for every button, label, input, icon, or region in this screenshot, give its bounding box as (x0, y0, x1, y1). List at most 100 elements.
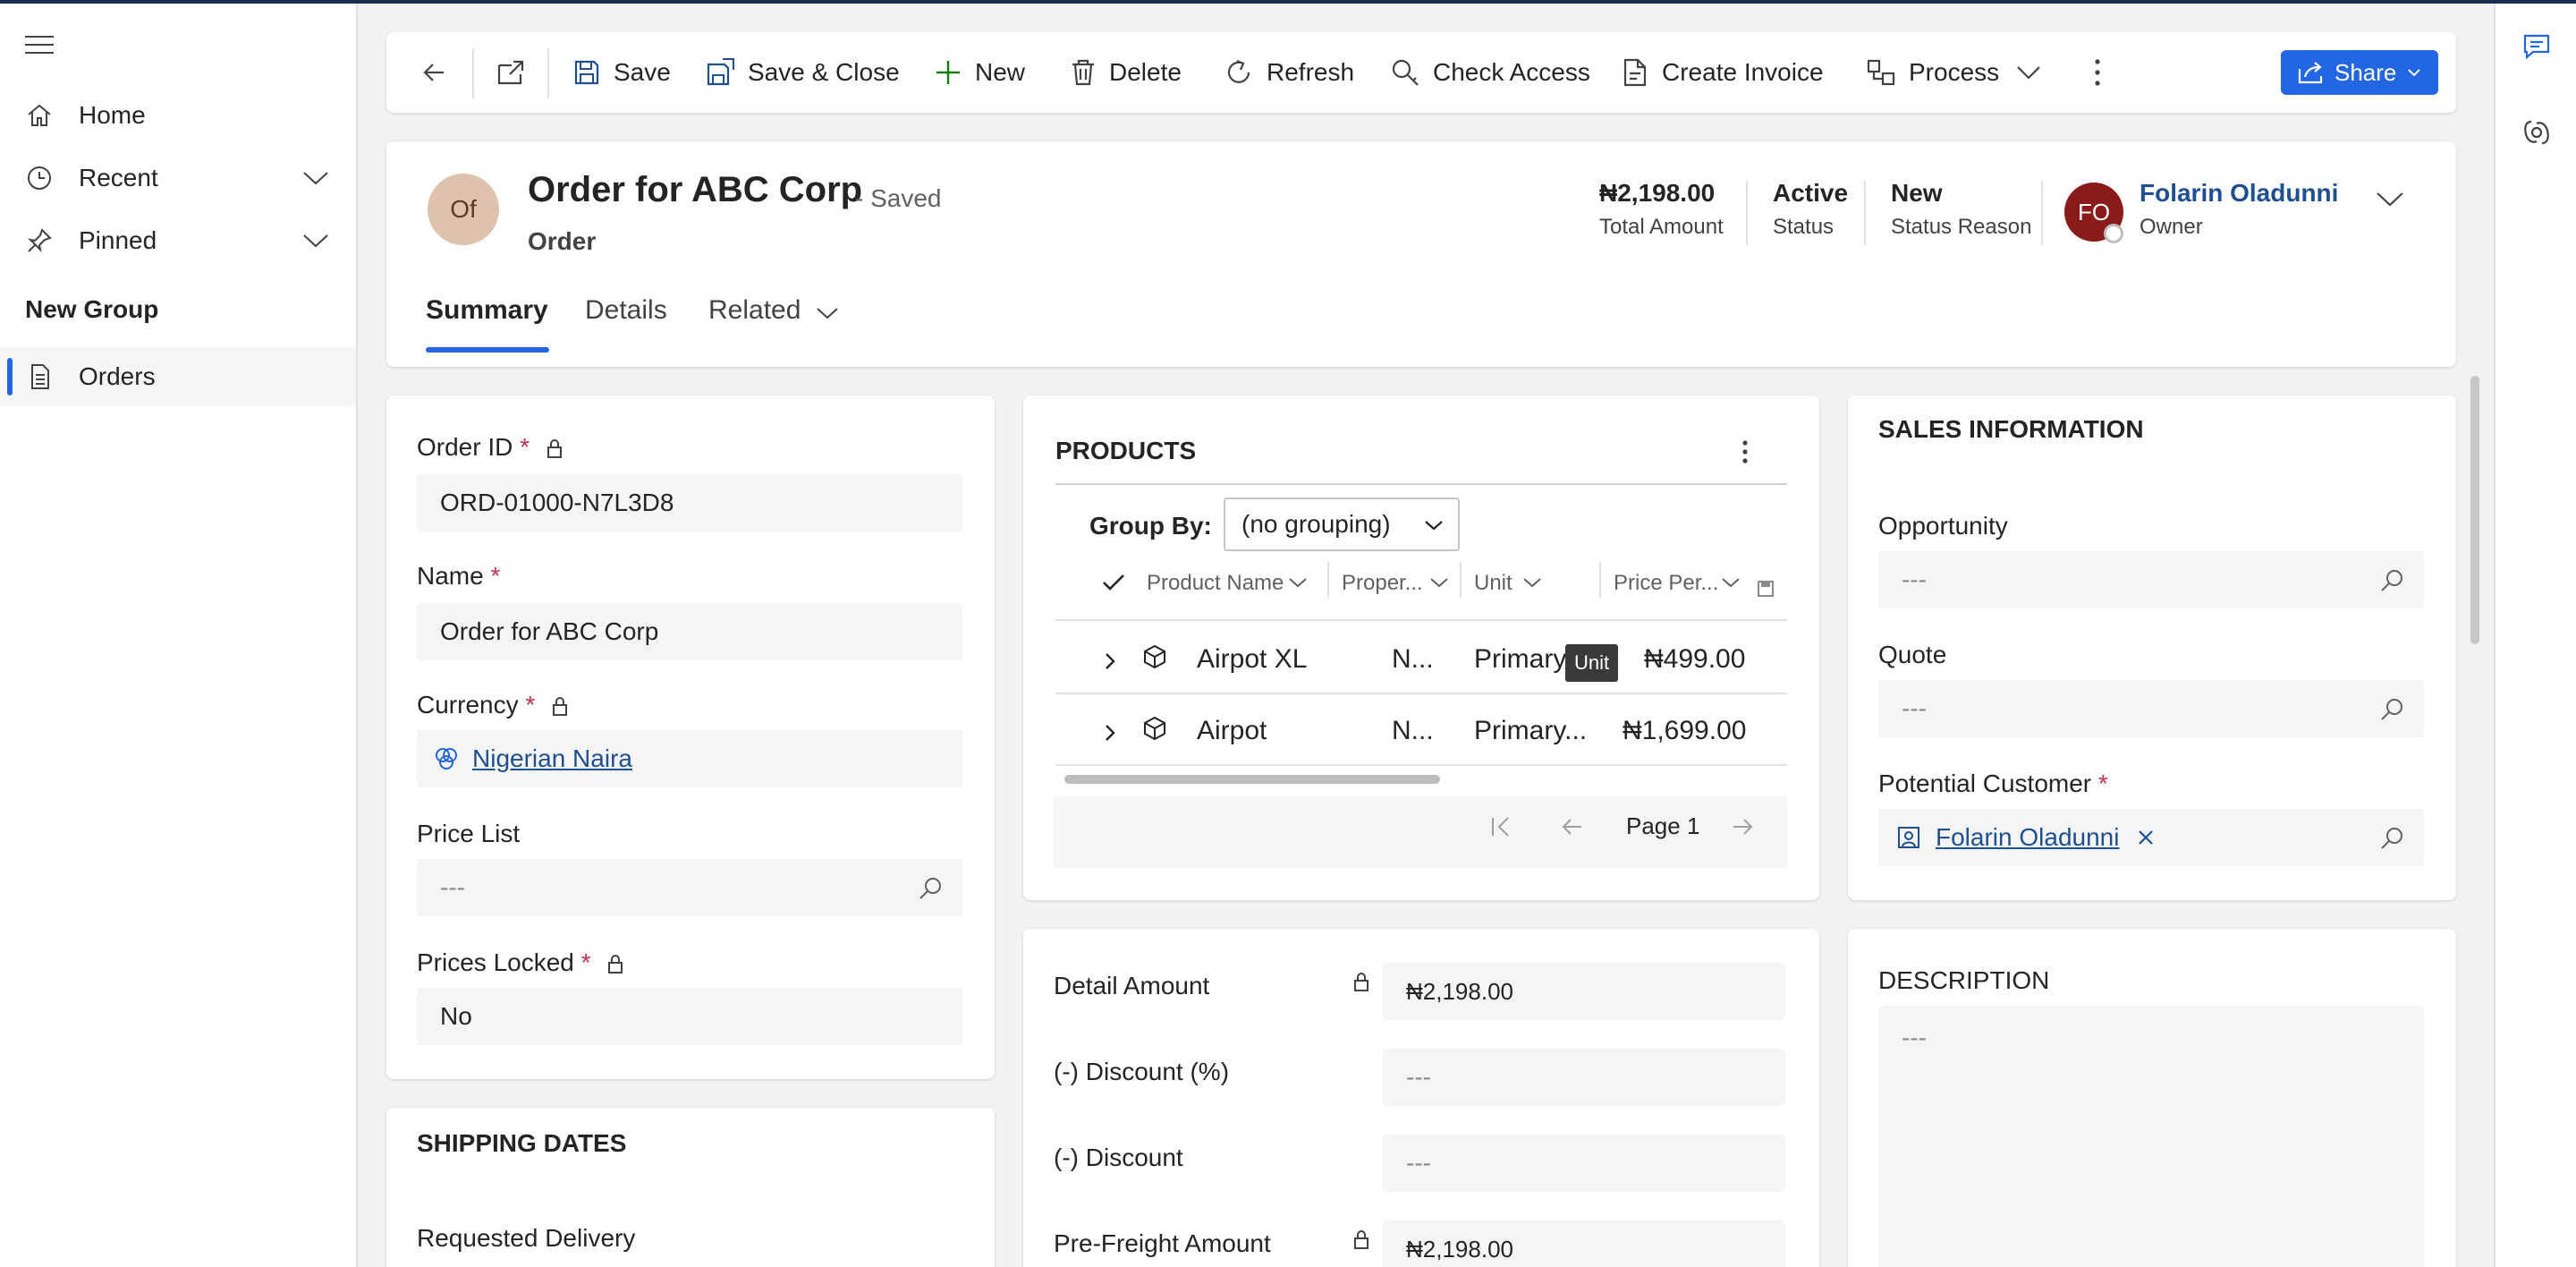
detail-amount-field[interactable]: ₦2,198.00 (1383, 963, 1785, 1020)
chevron-down-icon (1425, 521, 1443, 531)
copilot-icon[interactable] (2521, 116, 2553, 149)
remove-icon[interactable] (2137, 829, 2155, 846)
chevron-down-icon[interactable] (1288, 576, 1308, 589)
chevron-down-icon[interactable] (816, 306, 839, 320)
currency-field[interactable]: Nigerian Naira (417, 730, 962, 787)
horizontal-scrollbar[interactable] (1064, 775, 1440, 784)
expand-header-chevron-icon[interactable] (2376, 190, 2404, 208)
price-list-field[interactable]: --- (417, 859, 962, 916)
search-icon[interactable] (2379, 567, 2406, 594)
discount-percent-field[interactable]: --- (1383, 1049, 1785, 1106)
nav-item-home[interactable]: Home (0, 86, 356, 145)
chevron-right-icon[interactable] (1104, 651, 1116, 671)
column-header-product-name[interactable]: Product Name (1147, 571, 1284, 596)
name-field[interactable]: Order for ABC Corp (417, 603, 962, 660)
divider (1055, 693, 1787, 694)
owner-name-link[interactable]: Folarin Oladunni (2140, 179, 2338, 208)
refresh-button[interactable]: Refresh (1224, 32, 1354, 113)
chat-icon[interactable] (2521, 30, 2553, 63)
quote-field[interactable]: --- (1878, 680, 2424, 737)
new-button[interactable]: New (934, 32, 1025, 113)
save-grid-icon[interactable] (1757, 580, 1775, 598)
hamburger-menu-icon[interactable] (25, 36, 55, 54)
products-title: PRODUCTS (1055, 437, 1197, 464)
column-header-unit[interactable]: Unit (1474, 571, 1513, 596)
save-icon (574, 60, 599, 85)
tab-related[interactable]: Related (708, 295, 801, 326)
discount-field[interactable]: --- (1383, 1135, 1785, 1192)
chevron-down-icon[interactable] (302, 232, 329, 250)
first-page-icon[interactable] (1488, 814, 1513, 839)
product-name-cell[interactable]: Airpot (1197, 716, 1267, 746)
required-mark: * (490, 562, 501, 590)
more-commands-button[interactable] (2093, 32, 2114, 113)
column-separator[interactable] (1460, 562, 1462, 598)
save-button[interactable]: Save (572, 32, 671, 113)
search-icon[interactable] (2379, 696, 2406, 723)
currency-link[interactable]: Nigerian Naira (472, 744, 632, 773)
process-button[interactable]: Process (1866, 32, 1999, 113)
group-by-select[interactable]: (no grouping) (1224, 497, 1460, 551)
column-header-price-per-unit[interactable]: Price Per... (1614, 571, 1718, 596)
opportunity-field[interactable]: --- (1878, 551, 2424, 608)
potential-customer-field[interactable]: Folarin Oladunni (1878, 809, 2424, 866)
invoice-icon (1623, 58, 1647, 87)
chevron-right-icon[interactable] (1104, 723, 1116, 743)
potential-customer-link[interactable]: Folarin Oladunni (1936, 823, 2119, 852)
share-icon (2298, 62, 2323, 84)
nav-home-label: Home (79, 101, 146, 129)
lock-icon (608, 954, 623, 974)
group-by-label: Group By: (1089, 512, 1212, 540)
chevron-down-icon[interactable] (302, 169, 329, 187)
price-list-label: Price List (417, 820, 521, 847)
chevron-down-icon[interactable] (1721, 576, 1741, 589)
chevron-down-icon[interactable] (1429, 576, 1449, 589)
nav-item-recent[interactable]: Recent (0, 149, 356, 208)
previous-page-icon[interactable] (1560, 814, 1585, 839)
product-box-icon (1144, 644, 1165, 669)
entity-name: Order (528, 227, 597, 255)
search-icon[interactable] (918, 875, 945, 902)
open-in-new-window-button[interactable] (496, 32, 538, 113)
share-label: Share (2334, 58, 2397, 86)
column-separator[interactable] (1327, 562, 1329, 598)
chevron-down-icon[interactable] (1522, 576, 1542, 589)
required-mark: * (520, 433, 530, 461)
tab-summary[interactable]: Summary (426, 295, 548, 326)
nav-item-orders[interactable]: Orders (0, 347, 356, 406)
back-button[interactable] (420, 32, 462, 113)
column-header-properties[interactable]: Proper... (1342, 571, 1423, 596)
open-window-icon (497, 60, 524, 85)
check-access-button[interactable]: Check Access (1390, 32, 1590, 113)
divider (1055, 619, 1787, 621)
description-title: DESCRIPTION (1878, 966, 2050, 994)
select-all-check-icon[interactable] (1102, 573, 1125, 592)
vertical-scrollbar[interactable] (2470, 376, 2479, 644)
process-label: Process (1909, 58, 2000, 86)
next-page-icon[interactable] (1730, 814, 1755, 839)
order-id-field[interactable]: ORD-01000-N7L3D8 (417, 474, 962, 531)
currency-icon (436, 748, 457, 770)
pre-freight-label: Pre-Freight Amount (1054, 1229, 1271, 1257)
search-icon[interactable] (2379, 825, 2406, 852)
lock-icon (553, 696, 568, 716)
create-invoice-button[interactable]: Create Invoice (1621, 32, 1824, 113)
more-vertical-icon[interactable] (1741, 438, 1750, 467)
order-id-label: Order ID * (417, 433, 564, 462)
lock-icon (1354, 973, 1368, 991)
description-field[interactable]: --- (1878, 1006, 2424, 1267)
share-button[interactable]: Share (2281, 50, 2438, 95)
tab-details[interactable]: Details (585, 295, 667, 326)
refresh-label: Refresh (1267, 58, 1355, 86)
product-name-cell[interactable]: Airpot XL (1197, 644, 1307, 675)
prices-locked-field[interactable]: No (417, 988, 962, 1045)
column-separator[interactable] (1599, 562, 1601, 598)
prices-locked-label-text: Prices Locked (417, 948, 574, 976)
save-and-close-button[interactable]: Save & Close (705, 32, 900, 113)
delete-button[interactable]: Delete (1070, 32, 1182, 113)
pre-freight-field[interactable]: ₦2,198.00 (1383, 1220, 1785, 1267)
delete-label: Delete (1109, 58, 1182, 86)
process-dropdown-button[interactable] (2016, 32, 2054, 113)
requested-delivery-label: Requested Delivery (417, 1224, 636, 1252)
nav-item-pinned[interactable]: Pinned (0, 211, 356, 270)
